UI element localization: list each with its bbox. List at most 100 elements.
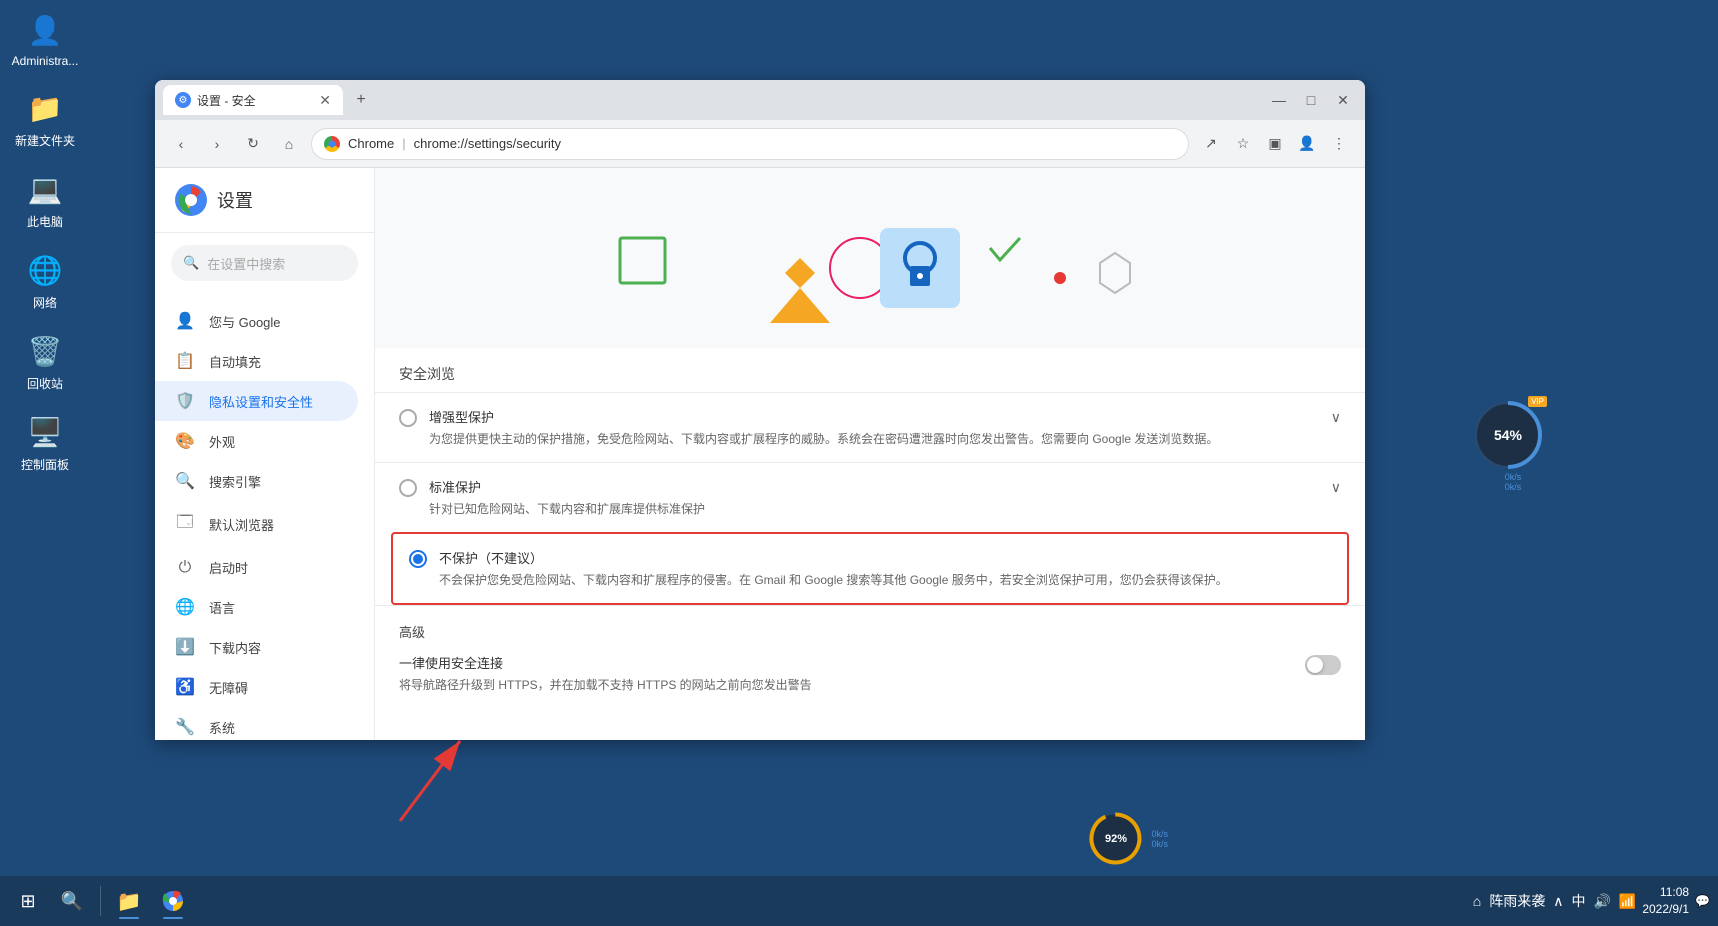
clock-time: 11:08 xyxy=(1642,884,1689,901)
standard-radio[interactable] xyxy=(399,479,417,497)
desktop-icons: 👤 Administra... 📁 新建文件夹 💻 此电脑 🌐 网络 🗑️ 回收… xyxy=(10,10,80,473)
sidebar-downloads-label: 下载内容 xyxy=(209,638,261,657)
https-toggle-switch[interactable] xyxy=(1305,655,1341,675)
cpu-widget[interactable]: 92% xyxy=(1088,811,1143,866)
forward-button[interactable]: › xyxy=(203,130,231,158)
sidebar-item-downloads[interactable]: ⬇️ 下载内容 xyxy=(155,627,358,667)
desktop-icon-my-computer[interactable]: 💻 此电脑 xyxy=(10,169,80,230)
sidebar-startup-label: 启动时 xyxy=(209,558,248,577)
cpu-network-speeds: 0k/s 0k/s xyxy=(1151,829,1168,849)
sidebar-item-language[interactable]: 🌐 语言 xyxy=(155,587,358,627)
desktop-icon-new-folder[interactable]: 📁 新建文件夹 xyxy=(10,88,80,149)
sidebar-item-startup[interactable]: ⏻ 启动时 xyxy=(155,548,358,587)
desktop-icon-admin[interactable]: 👤 Administra... xyxy=(10,10,80,68)
desktop-icon-control-panel[interactable]: 🖥️ 控制面板 xyxy=(10,412,80,473)
ime-indicator[interactable]: 中 xyxy=(1571,891,1585,911)
system-clock[interactable]: 11:08 2022/9/1 xyxy=(1642,884,1689,918)
https-toggle-row: 一律使用安全连接 将导航路径升级到 HTTPS，并在加载不支持 HTTPS 的网… xyxy=(399,653,1341,693)
chrome-label: Chrome xyxy=(348,136,394,151)
browser-tab[interactable]: ⚙ 设置 - 安全 ✕ xyxy=(163,85,343,115)
address-actions: ↗ ☆ ▣ 👤 ⋮ xyxy=(1197,130,1353,158)
no-protection-radio[interactable] xyxy=(409,550,427,568)
search-taskbar-button[interactable]: 🔍 xyxy=(52,881,92,921)
back-button[interactable]: ‹ xyxy=(167,130,195,158)
taskbar-chrome[interactable] xyxy=(153,881,193,921)
desktop-icon-network[interactable]: 🌐 网络 xyxy=(10,250,80,311)
https-toggle-label: 一律使用安全连接 xyxy=(399,653,1293,672)
startup-icon: ⏻ xyxy=(175,559,195,577)
enhanced-protection-option[interactable]: 增强型保护 为您提供更快主动的保护措施，免受危险网站、下载内容或扩展程序的威胁。… xyxy=(375,392,1365,462)
language-icon: 🌐 xyxy=(175,597,195,617)
standard-content: 标准保护 针对已知危险网站、下载内容和扩展库提供标准保护 xyxy=(429,477,1319,518)
new-tab-button[interactable]: + xyxy=(347,86,375,114)
standard-title: 标准保护 xyxy=(429,477,1319,496)
tab-view-button[interactable]: ▣ xyxy=(1261,130,1289,158)
notification-icon[interactable]: 💬 xyxy=(1695,894,1710,908)
sidebar-accessibility-label: 无障碍 xyxy=(209,678,248,697)
window-controls: — □ ✕ xyxy=(1265,86,1357,114)
search-icon: 🔍 xyxy=(183,255,199,271)
close-tab-button[interactable]: ✕ xyxy=(319,92,331,109)
chrome-logo-big xyxy=(175,184,207,216)
sidebar-item-default-browser[interactable]: 🗔 默认浏览器 xyxy=(155,501,358,548)
sidebar-nav: 👤 您与 Google 📋 自动填充 🛡️ 隐私设置和安全性 🎨 外观 xyxy=(155,293,374,740)
enhanced-radio[interactable] xyxy=(399,409,417,427)
settings-search-bar[interactable]: 🔍 在设置中搜索 xyxy=(171,245,358,281)
sidebar-item-accessibility[interactable]: ♿ 无障碍 xyxy=(155,667,358,707)
share-button[interactable]: ↗ xyxy=(1197,130,1225,158)
sidebar-item-privacy-security[interactable]: 🛡️ 隐私设置和安全性 xyxy=(155,381,358,421)
search-engine-icon: 🔍 xyxy=(175,471,195,491)
maximize-button[interactable]: □ xyxy=(1297,86,1325,114)
sidebar-you-google-label: 您与 Google xyxy=(209,312,281,331)
url-bar[interactable]: Chrome | chrome://settings/security xyxy=(311,128,1189,160)
downloads-icon: ⬇️ xyxy=(175,637,195,657)
search-placeholder: 在设置中搜索 xyxy=(207,254,285,273)
enhanced-desc: 为您提供更快主动的保护措施，免受危险网站、下载内容或扩展程序的威胁。系统会在密码… xyxy=(429,430,1319,448)
sidebar-item-you-google[interactable]: 👤 您与 Google xyxy=(155,301,358,341)
close-button[interactable]: ✕ xyxy=(1329,86,1357,114)
menu-button[interactable]: ⋮ xyxy=(1325,130,1353,158)
tab-favicon: ⚙ xyxy=(175,92,191,108)
no-protection-title: 不保护（不建议） xyxy=(439,548,1331,567)
minimize-button[interactable]: — xyxy=(1265,86,1293,114)
network-tray-icon[interactable]: ⌂ xyxy=(1473,893,1481,909)
chrome-logo-icon xyxy=(324,136,340,152)
network-icon[interactable]: 📶 xyxy=(1619,893,1636,910)
no-protection-desc: 不会保护您免受危险网站、下载内容和扩展程序的侵害。在 Gmail 和 Googl… xyxy=(439,571,1331,589)
tray-icons: ⌂ 阵雨来袭 ∧ 中 🔊 📶 xyxy=(1473,891,1637,911)
volume-icon[interactable]: 🔊 xyxy=(1593,893,1610,910)
taskbar-divider xyxy=(100,886,101,916)
enhanced-content: 增强型保护 为您提供更快主动的保护措施，免受危险网站、下载内容或扩展程序的威胁。… xyxy=(429,407,1319,448)
profile-button[interactable]: 👤 xyxy=(1293,130,1321,158)
tray-expand-icon[interactable]: ∧ xyxy=(1553,893,1563,910)
advanced-section: 高级 一律使用安全连接 将导航路径升级到 HTTPS，并在加载不支持 HTTPS… xyxy=(375,605,1365,709)
you-google-icon: 👤 xyxy=(175,311,195,331)
start-button[interactable]: ⊞ xyxy=(8,881,48,921)
system-tray: ⌂ 阵雨来袭 ∧ 中 🔊 📶 11:08 2022/9/1 💬 xyxy=(1473,884,1710,918)
sidebar-item-autofill[interactable]: 📋 自动填充 xyxy=(155,341,358,381)
refresh-button[interactable]: ↻ xyxy=(239,130,267,158)
cpu-upload: 0k/s xyxy=(1151,829,1168,839)
title-bar: ⚙ 设置 - 安全 ✕ + — □ ✕ xyxy=(155,80,1365,120)
vip-percentage: 54% xyxy=(1494,427,1522,443)
enhanced-expand-icon[interactable]: ∨ xyxy=(1331,409,1341,426)
standard-protection-option[interactable]: 标准保护 针对已知危险网站、下载内容和扩展库提供标准保护 ∨ xyxy=(375,462,1365,532)
sidebar-item-system[interactable]: 🔧 系统 xyxy=(155,707,358,740)
desktop-icon-recycle-bin[interactable]: 🗑️ 回收站 xyxy=(10,331,80,392)
tab-title: 设置 - 安全 xyxy=(197,92,256,109)
vip-speeds: 0k/s 0k/s xyxy=(1473,472,1553,492)
taskbar-file-explorer[interactable]: 📁 xyxy=(109,881,149,921)
security-svg xyxy=(375,168,1365,348)
settings-header: 设置 xyxy=(155,168,374,233)
sidebar-item-search-engine[interactable]: 🔍 搜索引擎 xyxy=(155,461,358,501)
no-protection-option[interactable]: 不保护（不建议） 不会保护您免受危险网站、下载内容和扩展程序的侵害。在 Gmai… xyxy=(391,532,1349,605)
home-button[interactable]: ⌂ xyxy=(275,130,303,158)
url-path: chrome://settings/security xyxy=(414,136,561,151)
sidebar-item-appearance[interactable]: 🎨 外观 xyxy=(155,421,358,461)
standard-expand-icon[interactable]: ∨ xyxy=(1331,479,1341,496)
bookmark-button[interactable]: ☆ xyxy=(1229,130,1257,158)
vip-widget[interactable]: 54% VIP 0k/s 0k/s xyxy=(1473,400,1553,480)
settings-page-title: 设置 xyxy=(217,187,253,213)
https-toggle-content: 一律使用安全连接 将导航路径升级到 HTTPS，并在加载不支持 HTTPS 的网… xyxy=(399,653,1293,693)
weather-tray-text: 阵雨来袭 xyxy=(1489,891,1545,911)
